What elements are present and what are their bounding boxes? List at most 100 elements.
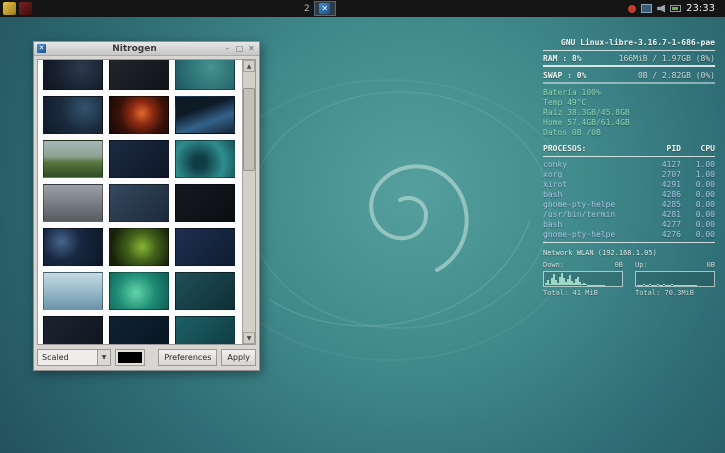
swap-label: SWAP : 0% bbox=[543, 71, 586, 81]
wallpaper-thumbnail[interactable] bbox=[175, 228, 235, 266]
cpu-header: CPU bbox=[681, 144, 715, 154]
down-graph bbox=[543, 271, 623, 287]
process-title: PROCESOS: bbox=[543, 144, 647, 154]
down-total: Total: 41 MiB bbox=[543, 288, 623, 298]
apply-button[interactable]: Apply bbox=[221, 349, 256, 366]
up-label: Up: bbox=[635, 260, 648, 270]
wallpaper-thumbnail[interactable] bbox=[43, 316, 103, 344]
up-total: Total: 70.3MiB bbox=[635, 288, 715, 298]
wallpaper-thumbnail[interactable] bbox=[109, 228, 169, 266]
maximize-button[interactable]: ▢ bbox=[235, 44, 244, 53]
wallpaper-thumbnail[interactable] bbox=[175, 272, 235, 310]
wallpaper-thumbnail[interactable] bbox=[43, 96, 103, 134]
wallpaper-viewport bbox=[38, 60, 242, 344]
up-speed: 0B bbox=[707, 260, 715, 270]
mode-select[interactable]: Scaled ▼ bbox=[37, 349, 111, 366]
wallpaper-thumbnail[interactable] bbox=[175, 140, 235, 178]
wallpaper-thumbnail[interactable] bbox=[175, 316, 235, 344]
minimize-button[interactable]: – bbox=[223, 44, 232, 53]
process-row: bash42860.00 bbox=[543, 190, 715, 200]
record-indicator-icon[interactable] bbox=[628, 5, 636, 13]
battery-tray-icon[interactable] bbox=[670, 5, 681, 12]
bg-color-swatch bbox=[118, 352, 142, 363]
window-buttons: – ▢ ✕ bbox=[223, 44, 256, 53]
chevron-down-icon: ▼ bbox=[97, 350, 110, 365]
wallpaper-thumbnail[interactable] bbox=[175, 60, 235, 90]
ram-bar bbox=[543, 65, 715, 67]
kernel-version: GNU Linux-libre-3.16.7-1-686-pae bbox=[543, 38, 715, 48]
divider bbox=[543, 242, 715, 243]
scrollbar[interactable]: ▲ ▼ bbox=[242, 60, 255, 344]
process-row: xorg27071.00 bbox=[543, 170, 715, 180]
workspace-indicator[interactable]: 2 bbox=[304, 4, 310, 14]
preferences-button[interactable]: Preferences bbox=[158, 349, 217, 366]
wallpaper-thumbnail[interactable] bbox=[109, 272, 169, 310]
system-tray: 23:33 bbox=[628, 3, 719, 14]
down-speed: 0B bbox=[615, 260, 623, 270]
mail-launcher-icon[interactable] bbox=[3, 2, 16, 15]
bg-color-button[interactable] bbox=[115, 349, 145, 366]
process-row: bash42770.00 bbox=[543, 220, 715, 230]
system-stats: Batería 100%Temp 49°CRaíz 38.3GB/45.8GBH… bbox=[543, 88, 715, 138]
wallpaper-thumbnail[interactable] bbox=[43, 140, 103, 178]
process-row: /usr/bin/termin42810.00 bbox=[543, 210, 715, 220]
scroll-up-icon[interactable]: ▲ bbox=[243, 60, 255, 72]
stat-line: Raíz 38.3GB/45.8GB bbox=[543, 108, 715, 118]
nitrogen-body: ▲ ▼ Scaled ▼ Preferences Apply bbox=[34, 56, 259, 370]
process-row: xirot42910.00 bbox=[543, 180, 715, 190]
network-tray-icon[interactable] bbox=[641, 4, 652, 13]
up-graph bbox=[635, 271, 715, 287]
panel-clock: 23:33 bbox=[686, 3, 715, 14]
package-launcher-icon[interactable] bbox=[19, 2, 32, 15]
swap-row: SWAP : 0% 0B / 2.82GB (0%) bbox=[543, 71, 715, 81]
network-title: Network WLAN (192.168.1.05) bbox=[543, 248, 715, 258]
conky-monitor: GNU Linux-libre-3.16.7-1-686-pae RAM : 8… bbox=[543, 38, 715, 298]
ram-label: RAM : 8% bbox=[543, 54, 582, 64]
upload-column: Up: 0B Total: 70.3MiB bbox=[635, 260, 715, 298]
ram-value: 166MiB / 1.97GB (8%) bbox=[619, 54, 715, 64]
download-column: Down: 0B Total: 41 MiB bbox=[543, 260, 623, 298]
divider bbox=[543, 50, 715, 51]
volume-tray-icon[interactable] bbox=[657, 5, 665, 13]
mode-select-value: Scaled bbox=[38, 353, 97, 362]
swap-bar bbox=[543, 82, 715, 84]
wallpaper-thumbnail[interactable] bbox=[109, 60, 169, 90]
wallpaper-thumbnail[interactable] bbox=[43, 60, 103, 90]
wallpaper-thumbnail[interactable] bbox=[109, 140, 169, 178]
stat-line: Home 57.4GB/61.4GB bbox=[543, 118, 715, 128]
wallpaper-thumbnail[interactable] bbox=[109, 316, 169, 344]
top-panel: 2 ✕ 23:33 bbox=[0, 0, 725, 17]
stat-line: Batería 100% bbox=[543, 88, 715, 98]
nitrogen-icon: ✕ bbox=[319, 3, 330, 14]
debian-swirl-wallpaper bbox=[240, 50, 560, 370]
process-row: gnome-pty-helpe42760.00 bbox=[543, 230, 715, 240]
window-title: Nitrogen bbox=[46, 44, 223, 54]
stat-line: Temp 49°C bbox=[543, 98, 715, 108]
scrollbar-track[interactable] bbox=[243, 72, 255, 332]
close-button[interactable]: ✕ bbox=[247, 44, 256, 53]
pid-header: PID bbox=[647, 144, 681, 154]
wallpaper-thumbnail[interactable] bbox=[175, 96, 235, 134]
swap-value: 0B / 2.82GB (0%) bbox=[638, 71, 715, 81]
wallpaper-thumbnail[interactable] bbox=[43, 228, 103, 266]
wallpaper-thumbnail[interactable] bbox=[43, 184, 103, 222]
network-graphs: Down: 0B Total: 41 MiB Up: 0B Total: 70.… bbox=[543, 260, 715, 298]
wallpaper-list-frame: ▲ ▼ bbox=[37, 59, 256, 345]
scroll-down-icon[interactable]: ▼ bbox=[243, 332, 255, 344]
down-label: Down: bbox=[543, 260, 564, 270]
process-header: PROCESOS: PID CPU bbox=[543, 144, 715, 154]
taskbar: 2 ✕ bbox=[304, 1, 336, 16]
scrollbar-thumb[interactable] bbox=[243, 88, 255, 171]
wallpaper-thumbnail[interactable] bbox=[175, 184, 235, 222]
stat-line: Datos 0B /0B bbox=[543, 128, 715, 138]
window-icon: ✕ bbox=[37, 44, 46, 53]
taskbar-item-nitrogen[interactable]: ✕ bbox=[314, 1, 336, 16]
process-list: conky41271.00xorg27071.00xirot42910.00ba… bbox=[543, 160, 715, 240]
wallpaper-thumbnail[interactable] bbox=[109, 96, 169, 134]
divider bbox=[543, 156, 715, 157]
bottom-controls: Scaled ▼ Preferences Apply bbox=[37, 348, 256, 367]
wallpaper-thumbnail[interactable] bbox=[109, 184, 169, 222]
nitrogen-titlebar[interactable]: ✕ Nitrogen – ▢ ✕ bbox=[34, 42, 259, 56]
wallpaper-grid bbox=[38, 60, 242, 344]
wallpaper-thumbnail[interactable] bbox=[43, 272, 103, 310]
